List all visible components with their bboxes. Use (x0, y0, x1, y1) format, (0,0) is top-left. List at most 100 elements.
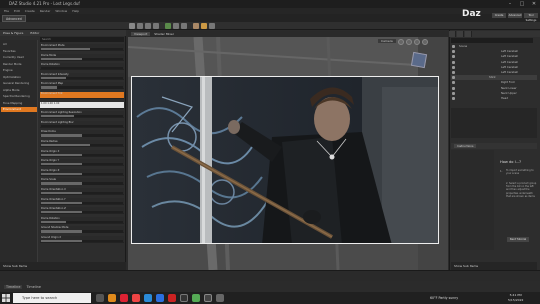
property-slider[interactable]: Dome Orientation Z (40, 207, 124, 215)
property-slider[interactable]: Ground Origin X (40, 236, 124, 243)
task-view-icon[interactable] (96, 294, 104, 302)
visibility-eye-icon[interactable] (452, 65, 455, 69)
scene-tab-3-icon[interactable] (465, 31, 472, 37)
next-tutorial-button[interactable]: Next Tutorial (507, 237, 529, 242)
viewport-pan-icon[interactable] (406, 39, 412, 45)
category-item[interactable]: Render Mode (1, 62, 37, 67)
property-slider[interactable]: Dome Scale (40, 178, 124, 186)
property-slider[interactable]: 1.00 1.00 1.00 (40, 101, 124, 109)
move-tool-icon[interactable] (137, 23, 143, 29)
property-track[interactable] (41, 201, 123, 204)
property-slider[interactable]: Dome Origin Z (40, 168, 124, 176)
viewport-zoom-icon[interactable] (414, 39, 420, 45)
visibility-eye-icon[interactable] (452, 97, 455, 100)
visibility-eye-icon[interactable] (452, 55, 455, 59)
tab-pose-figure[interactable]: Pose & Figure (3, 31, 23, 35)
taskbar-search-input[interactable]: Type here to search (13, 293, 91, 303)
visibility-eye-icon[interactable] (452, 60, 455, 64)
left-panel-footer[interactable]: Show Sub Items (0, 262, 126, 270)
property-slider[interactable]: Dome Radius (40, 140, 124, 147)
property-track[interactable] (41, 67, 123, 70)
view-cube-icon[interactable] (410, 51, 428, 69)
tab-viewport[interactable]: Viewport (131, 32, 151, 36)
rotate-tool-icon[interactable] (145, 23, 151, 29)
select-tool-icon[interactable] (129, 23, 135, 29)
property-track[interactable] (41, 48, 123, 51)
app-icon-daz[interactable] (180, 294, 188, 302)
render-icon[interactable] (201, 23, 207, 29)
menu-help[interactable]: Help (72, 9, 79, 13)
property-track[interactable] (41, 57, 123, 60)
scene-search-input[interactable] (451, 38, 533, 43)
iray-preview-icon[interactable] (209, 23, 215, 29)
tab-timeline[interactable]: Timeline (4, 285, 23, 289)
render-settings-icon[interactable] (193, 23, 199, 29)
app-icon-blue[interactable] (156, 294, 164, 302)
property-slider[interactable]: Dome Rotation (40, 216, 124, 224)
app-icon-red-2[interactable] (168, 294, 176, 302)
tab-instructions[interactable]: Instructions (454, 144, 477, 148)
app-icon-gray[interactable] (216, 294, 224, 302)
property-track[interactable] (41, 230, 123, 233)
visibility-eye-icon[interactable] (452, 81, 455, 85)
property-track[interactable] (41, 124, 123, 127)
property-track[interactable] (41, 115, 123, 118)
visibility-eye-icon[interactable] (452, 45, 455, 48)
property-slider[interactable]: Environment Lighting Resolution (40, 111, 124, 119)
property-track[interactable] (41, 144, 123, 147)
category-item[interactable]: All (1, 42, 37, 47)
maximize-button[interactable]: □ (516, 0, 528, 8)
tab-editor[interactable]: Editor (30, 31, 39, 35)
property-track[interactable] (41, 240, 123, 243)
property-track[interactable] (41, 134, 123, 137)
taskbar-clock[interactable]: 5:41 PM 5/15/2022 (508, 293, 523, 302)
visibility-eye-icon[interactable] (452, 86, 455, 90)
property-slider[interactable]: Environment Mode (40, 44, 124, 51)
weather-widget[interactable]: 60°F Partly sunny (430, 292, 458, 304)
property-slider[interactable]: Dome Origin X (40, 149, 124, 157)
camera-selector[interactable]: Camera (378, 39, 396, 43)
property-slider[interactable]: Environment Lighting Blur (40, 120, 124, 128)
geometry-tool-icon[interactable] (181, 23, 187, 29)
category-item[interactable]: Optimization (1, 75, 37, 80)
scene-tree-item[interactable]: Head (451, 96, 537, 101)
property-slider[interactable]: Dome Mode (40, 53, 124, 61)
file-explorer-icon[interactable] (108, 294, 116, 302)
surface-tool-icon[interactable] (173, 23, 179, 29)
brand-button-create[interactable]: Create (492, 13, 506, 18)
tab-shader-mixer[interactable]: Shader Mixer (154, 32, 174, 36)
category-item[interactable]: Currently Used (1, 55, 37, 60)
visibility-eye-icon[interactable] (452, 76, 455, 80)
scene-tab-1-icon[interactable] (449, 31, 456, 37)
menu-edit[interactable]: Edit (14, 9, 20, 13)
category-item[interactable]: Environment (1, 107, 37, 112)
app-icon-studio-active[interactable] (204, 294, 212, 302)
menu-render[interactable]: Render (40, 9, 51, 13)
brand-button-advanced[interactable]: Advanced (508, 13, 522, 18)
category-item[interactable]: Tone Mapping (1, 101, 37, 106)
visibility-eye-icon[interactable] (452, 71, 455, 74)
property-track[interactable] (41, 182, 123, 185)
property-slider[interactable]: Dome Rotation (40, 63, 124, 71)
property-slider[interactable]: Ground Shadow Mode (40, 226, 124, 234)
property-track[interactable] (41, 220, 123, 223)
app-icon-red[interactable] (120, 294, 128, 302)
visibility-eye-icon[interactable] (452, 91, 455, 95)
app-icon-green[interactable] (192, 294, 200, 302)
category-item[interactable]: Engine (1, 68, 37, 73)
property-slider[interactable]: Environment Tint (40, 92, 124, 99)
property-slider[interactable]: Environment Map (40, 82, 124, 90)
property-track[interactable] (41, 163, 123, 166)
property-track[interactable] (41, 153, 123, 156)
property-track[interactable] (41, 211, 123, 214)
tab-advanced[interactable]: Advanced (2, 15, 26, 22)
windows-start-icon[interactable] (2, 294, 10, 302)
property-track[interactable] (41, 86, 123, 89)
category-item[interactable]: Alpha Mode (1, 88, 37, 93)
app-icon-chrome[interactable] (132, 294, 140, 302)
property-slider[interactable]: Dome Origin Y (40, 159, 124, 167)
menu-file[interactable]: File (4, 9, 9, 13)
scale-tool-icon[interactable] (153, 23, 159, 29)
category-item[interactable]: General Rendering (1, 81, 37, 86)
tab-timeline-2[interactable]: Timeline (27, 285, 41, 289)
